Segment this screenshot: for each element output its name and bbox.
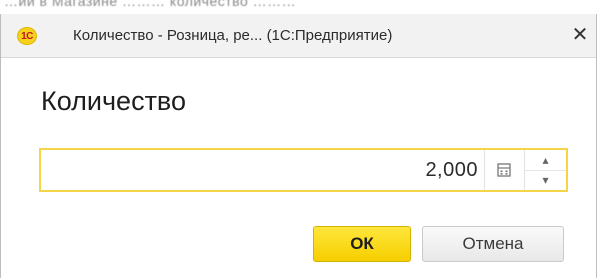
spin-down-icon[interactable]: ▾ xyxy=(525,170,566,190)
close-icon[interactable]: ✕ xyxy=(570,24,590,46)
quantity-dialog: 1С Количество - Розница, ре... (1С:Предп… xyxy=(0,14,597,278)
quantity-spinner[interactable]: ▴ ▾ xyxy=(524,150,566,190)
background-text: …ии в Магазине ……… количество ……… xyxy=(4,0,297,9)
quantity-input[interactable]: 2,000 ▴ ▾ xyxy=(39,148,568,192)
ok-button[interactable]: ОК xyxy=(313,226,411,262)
window-title: Количество - Розница, ре... (1С:Предприя… xyxy=(73,27,393,44)
app-logo-icon: 1С xyxy=(17,27,37,45)
spin-up-icon[interactable]: ▴ xyxy=(525,150,566,171)
quantity-value: 2,000 xyxy=(425,159,478,181)
titlebar: 1С Количество - Розница, ре... (1С:Предп… xyxy=(1,14,596,58)
calculator-button[interactable] xyxy=(484,150,522,190)
background-window-strip: …ии в Магазине ……… количество ……… xyxy=(0,0,597,14)
calculator-icon xyxy=(496,163,511,177)
dialog-heading: Количество xyxy=(41,86,186,116)
cancel-button[interactable]: Отмена xyxy=(422,226,564,262)
